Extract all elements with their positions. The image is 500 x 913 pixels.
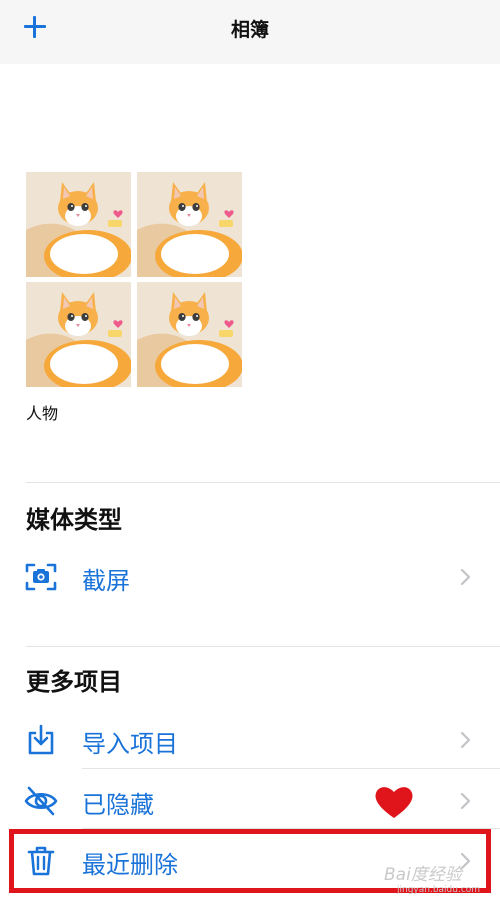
divider [26,482,500,483]
page-title: 相簿 [230,19,269,41]
heart-icon [375,787,413,818]
watermark: Bai度经验 [384,865,462,885]
row-label: 已隐藏 [82,791,154,819]
people-thumbnail [137,282,242,387]
people-album-label: 人物 [26,404,59,423]
import-icon [28,724,54,755]
cat-photo [26,282,131,387]
chevron-right-icon [460,731,471,749]
people-thumbnail [26,282,131,387]
eye-hidden-icon [24,786,58,816]
cat-photo [137,172,242,277]
people-thumbnail [26,172,131,277]
people-thumbnail [137,172,242,277]
chevron-right-icon [460,792,471,810]
media-types-heading: 媒体类型 [26,506,122,534]
row-hidden[interactable]: 已隐藏 [0,772,500,830]
screenshot-icon [25,563,57,591]
row-label: 导入项目 [82,730,178,758]
row-label: 截屏 [82,567,130,595]
row-screenshots[interactable]: 截屏 [0,548,500,606]
divider [26,646,500,647]
nav-bar: 相簿 [0,0,500,64]
watermark-url: jingyan.baidu.com [397,885,481,895]
divider [82,768,500,769]
cat-photo [26,172,131,277]
cat-photo [137,282,242,387]
row-import[interactable]: 导入项目 [0,711,500,769]
more-items-heading: 更多项目 [26,668,122,696]
people-album[interactable] [26,172,244,392]
chevron-right-icon [460,568,471,586]
